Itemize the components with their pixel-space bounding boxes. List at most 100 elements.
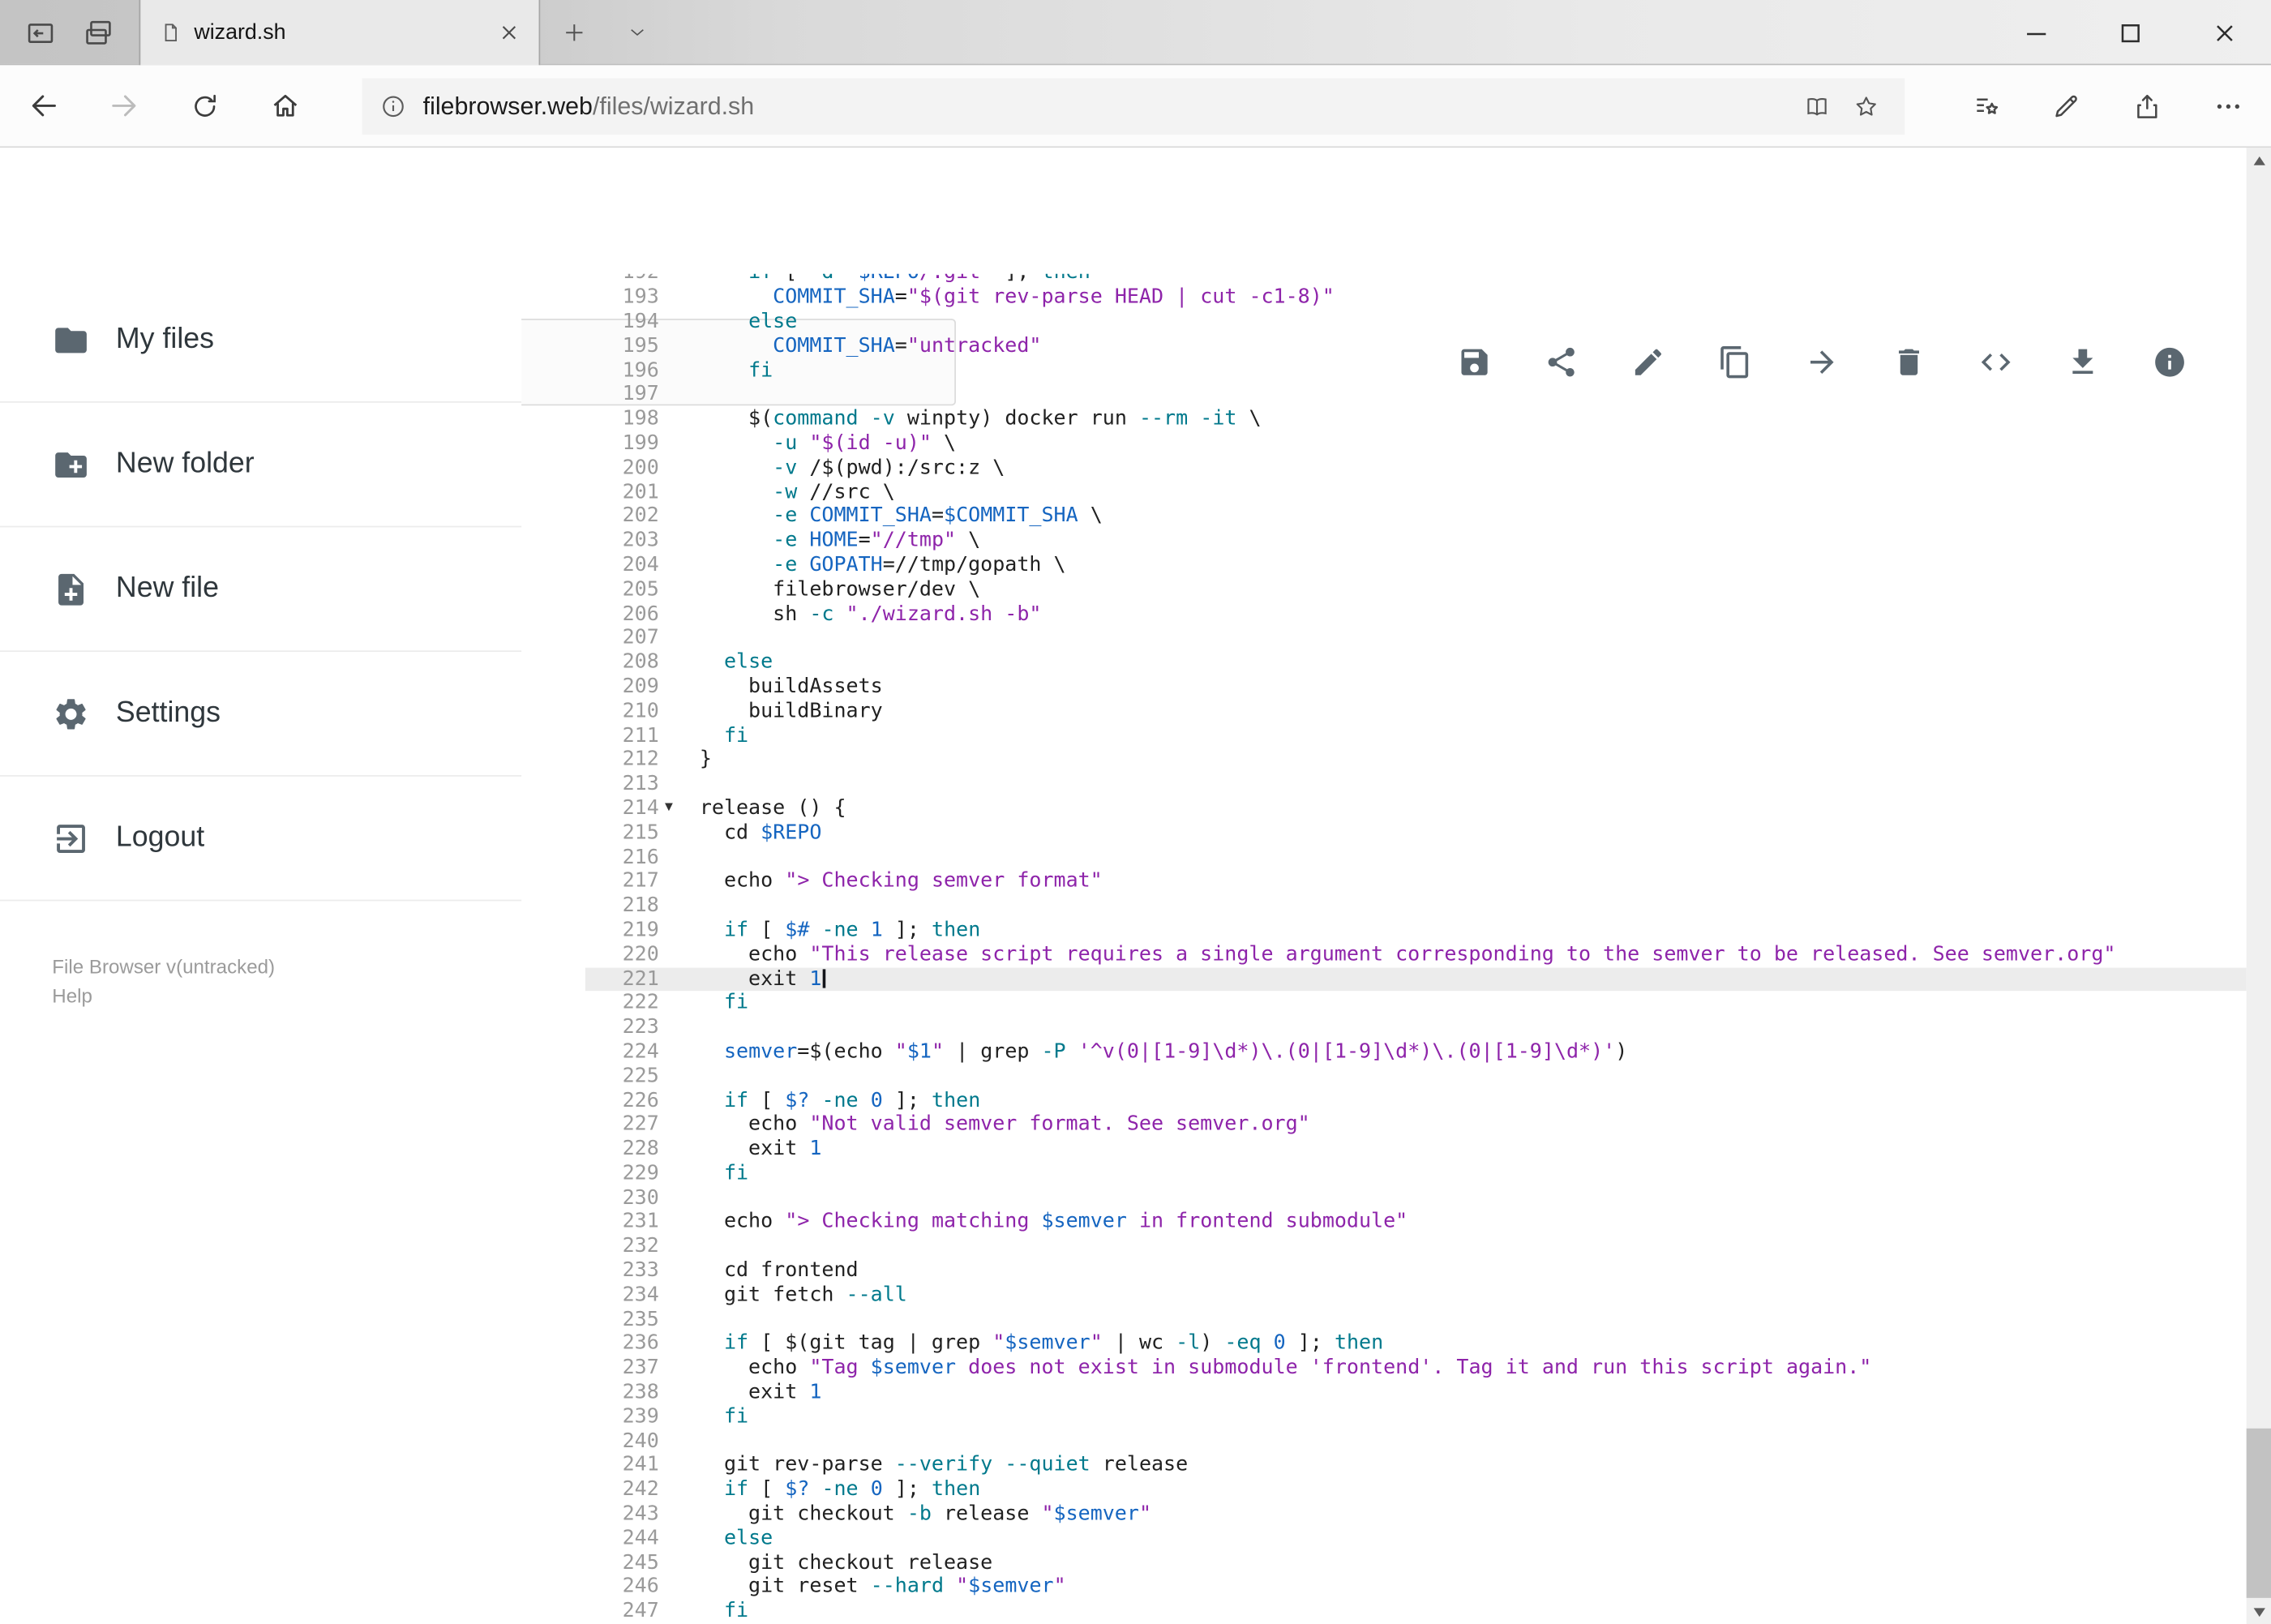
code-line[interactable]: 219 if [ $# -ne 1 ]; then: [585, 919, 2247, 943]
code-line[interactable]: 221 exit 1: [585, 966, 2247, 992]
refresh-button[interactable]: [175, 77, 233, 135]
code-line[interactable]: 235: [585, 1308, 2247, 1332]
sidebar-item-my-files[interactable]: My files: [0, 278, 522, 403]
sidebar-item-new-file[interactable]: New file: [0, 527, 522, 653]
code-text: }: [699, 748, 712, 772]
code-line[interactable]: 214 ▾ release () {: [585, 797, 2247, 821]
code-line[interactable]: 213: [585, 773, 2247, 797]
new-tab-button[interactable]: [549, 7, 598, 57]
tabs-aside-icon: [28, 23, 54, 43]
code-line[interactable]: 201 -w //src \: [585, 480, 2247, 504]
code-line[interactable]: 212}: [585, 748, 2247, 773]
tab-list-chevron-button[interactable]: [614, 7, 660, 57]
back-button[interactable]: [15, 77, 72, 135]
code-text: fi: [723, 1404, 749, 1429]
code-line[interactable]: 226 if [ $? -ne 0 ]; then: [585, 1089, 2247, 1113]
code-line[interactable]: 238 exit 1: [585, 1381, 2247, 1405]
sidebar-item-new-folder[interactable]: New folder: [0, 403, 522, 528]
code-line[interactable]: 217 echo "> Checking semver format": [585, 870, 2247, 894]
code-line[interactable]: 239 fi: [585, 1405, 2247, 1429]
code-line[interactable]: 197: [585, 383, 2247, 407]
code-line[interactable]: 196 fi: [585, 358, 2247, 383]
close-button[interactable]: [2177, 0, 2271, 65]
favorites-hub-button[interactable]: [1956, 77, 2014, 135]
scroll-down-button[interactable]: [2247, 1600, 2271, 1624]
code-line[interactable]: 207: [585, 627, 2247, 651]
code-line[interactable]: 192 if [ -d "$REPO/.git" ]; then: [585, 274, 2247, 286]
code-line[interactable]: 223: [585, 1016, 2247, 1040]
tabs-preview-button[interactable]: [82, 17, 114, 49]
code-line[interactable]: 222 fi: [585, 992, 2247, 1016]
code-line[interactable]: 237 echo "Tag $semver does not exist in …: [585, 1356, 2247, 1381]
code-line[interactable]: 236 if [ $(git tag | grep "$semver" | wc…: [585, 1332, 2247, 1356]
code-line[interactable]: 209 buildAssets: [585, 675, 2247, 700]
code-line[interactable]: 194 else: [585, 310, 2247, 334]
code-line[interactable]: 245 git checkout release: [585, 1551, 2247, 1575]
code-line[interactable]: 206 sh -c "./wizard.sh -b": [585, 602, 2247, 627]
favorites-hub-icon: [1976, 97, 1998, 114]
code-line[interactable]: 244 else: [585, 1527, 2247, 1551]
code-line[interactable]: 241 git rev-parse --verify --quiet relea…: [585, 1454, 2247, 1478]
code-line[interactable]: 193 COMMIT_SHA="$(git rev-parse HEAD | c…: [585, 285, 2247, 310]
code-line[interactable]: 231 echo "> Checking matching $semver in…: [585, 1211, 2247, 1235]
fold-toggle-icon[interactable]: ▾: [665, 795, 673, 820]
web-notes-button[interactable]: [2037, 77, 2094, 135]
code-line[interactable]: 199 -u "$(id -u)" \: [585, 431, 2247, 456]
scroll-thumb[interactable]: [2246, 1428, 2271, 1598]
code-line[interactable]: 204 -e GOPATH=//tmp/gopath \: [585, 554, 2247, 578]
code-line[interactable]: 243 git checkout -b release "$semver": [585, 1502, 2247, 1527]
code-line[interactable]: 232: [585, 1235, 2247, 1259]
line-number: 227: [622, 1112, 659, 1137]
code-line[interactable]: 200 -v /$(pwd):/src:z \: [585, 456, 2247, 480]
sidebar-items: My files New folder New file Settings Logout: [0, 278, 522, 902]
code-line[interactable]: 216: [585, 846, 2247, 870]
code-text: echo "> Checking semver format": [699, 869, 1103, 893]
address-bar[interactable]: filebrowser.web/files/wizard.sh: [362, 78, 1905, 135]
code-line[interactable]: 225: [585, 1065, 2247, 1089]
code-line[interactable]: 227 echo "Not valid semver format. See s…: [585, 1113, 2247, 1138]
folder-icon: [55, 327, 87, 353]
code-text: if [ $? -ne 0 ]; then: [723, 1477, 981, 1502]
more-options-button[interactable]: [2199, 77, 2256, 135]
minimize-button[interactable]: [1989, 0, 2083, 65]
code-line[interactable]: 228 exit 1: [585, 1138, 2247, 1162]
line-number: 243: [622, 1502, 659, 1526]
forward-button[interactable]: [96, 77, 153, 135]
tab-close-button[interactable]: [490, 14, 527, 51]
code-line[interactable]: 198 $(command -v winpty) docker run --rm…: [585, 407, 2247, 431]
line-number: 223: [622, 1015, 659, 1039]
sidebar-item-logout[interactable]: Logout: [0, 777, 522, 902]
code-line[interactable]: 242 if [ $? -ne 0 ]; then: [585, 1478, 2247, 1502]
code-line[interactable]: 205 filebrowser/dev \: [585, 578, 2247, 602]
code-line[interactable]: 195 COMMIT_SHA="untracked": [585, 334, 2247, 358]
share-button[interactable]: [2118, 77, 2175, 135]
home-button[interactable]: [256, 77, 314, 135]
tabs-aside-button[interactable]: [25, 17, 57, 49]
maximize-button[interactable]: [2083, 0, 2177, 65]
favorite-star-button[interactable]: [1841, 82, 1891, 131]
code-line[interactable]: 220 echo "This release script requires a…: [585, 943, 2247, 967]
code-line[interactable]: 229 fi: [585, 1162, 2247, 1186]
site-info-icon[interactable]: [379, 92, 407, 120]
code-line[interactable]: 230: [585, 1186, 2247, 1211]
reading-view-button[interactable]: [1792, 82, 1841, 131]
code-line[interactable]: 215 cd $REPO: [585, 821, 2247, 846]
code-line[interactable]: 224 semver=$(echo "$1" | grep -P '^v(0|[…: [585, 1040, 2247, 1065]
code-line[interactable]: 240: [585, 1429, 2247, 1454]
code-line[interactable]: 247 fi: [585, 1600, 2247, 1624]
code-line[interactable]: 211 fi: [585, 724, 2247, 748]
scroll-up-button[interactable]: [2247, 148, 2271, 172]
code-line[interactable]: 202 -e COMMIT_SHA=$COMMIT_SHA \: [585, 504, 2247, 529]
code-line[interactable]: 246 git reset --hard "$semver": [585, 1575, 2247, 1600]
sidebar-item-settings[interactable]: Settings: [0, 652, 522, 777]
code-line[interactable]: 203 -e HOME="//tmp" \: [585, 529, 2247, 553]
vertical-scrollbar[interactable]: [2246, 148, 2271, 1624]
code-editor[interactable]: 192 if [ -d "$REPO/.git" ]; then193 COMM…: [585, 274, 2247, 1624]
code-line[interactable]: 218: [585, 894, 2247, 919]
code-line[interactable]: 233 cd frontend: [585, 1259, 2247, 1283]
help-link[interactable]: Help: [52, 982, 92, 1011]
code-line[interactable]: 234 git fetch --all: [585, 1283, 2247, 1308]
browser-tab[interactable]: wizard.sh: [139, 0, 541, 66]
code-line[interactable]: 210 buildBinary: [585, 700, 2247, 724]
code-line[interactable]: 208 else: [585, 651, 2247, 675]
